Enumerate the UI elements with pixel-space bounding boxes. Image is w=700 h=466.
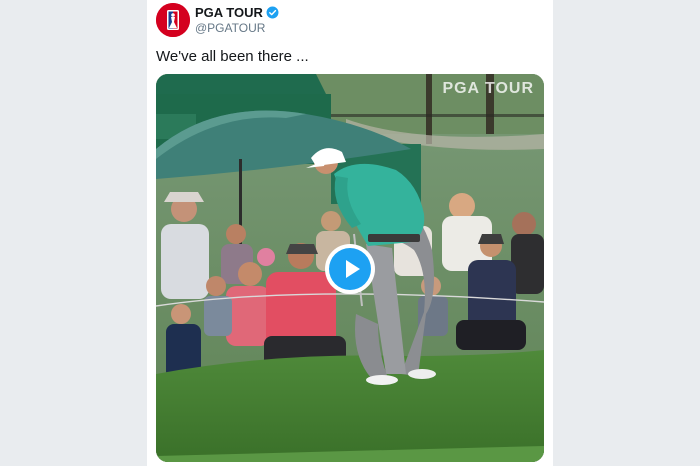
author-handle[interactable]: @PGATOUR — [195, 21, 279, 36]
tweet-text: We've all been there ... — [156, 48, 309, 65]
author-name[interactable]: PGA TOUR — [195, 5, 263, 20]
play-icon — [346, 260, 360, 278]
pga-tour-avatar[interactable] — [156, 3, 190, 37]
tweet-card: PGA TOUR @PGATOUR We've all been there .… — [147, 0, 553, 466]
tweet-author: PGA TOUR @PGATOUR — [195, 5, 279, 36]
play-button-circle — [329, 248, 371, 290]
author-name-row[interactable]: PGA TOUR — [195, 5, 279, 20]
tweet-video[interactable]: PGA TOUR — [156, 74, 544, 462]
verified-badge-icon — [266, 6, 279, 19]
pga-tour-logo-icon — [156, 3, 190, 37]
video-watermark: PGA TOUR — [442, 80, 534, 97]
play-button[interactable] — [325, 244, 375, 294]
